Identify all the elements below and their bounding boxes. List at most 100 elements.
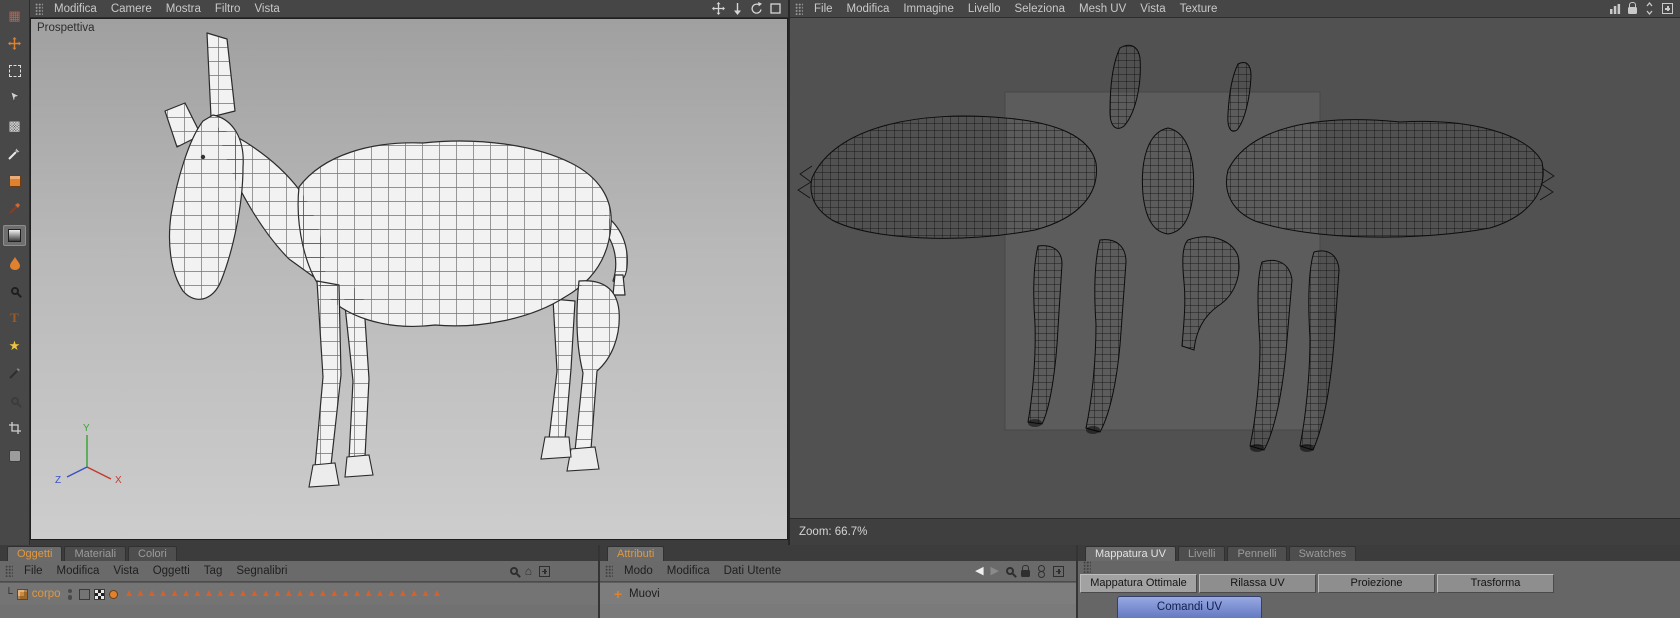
- uv-button-mappatura-ottimale[interactable]: Mappatura Ottimale: [1080, 574, 1197, 593]
- uv-menu-texture[interactable]: Texture: [1173, 3, 1225, 15]
- panel-grip[interactable]: [1083, 561, 1091, 573]
- om-menu-file[interactable]: File: [17, 565, 50, 577]
- polygon-selection-tag-icon[interactable]: ▲: [215, 589, 225, 599]
- tool-pick-icon[interactable]: [3, 88, 26, 109]
- polygon-selection-tag-icon[interactable]: ▲: [147, 589, 157, 599]
- tool-move-icon[interactable]: [3, 33, 26, 54]
- polygon-selection-tag-icon[interactable]: ▲: [375, 589, 385, 599]
- polygon-selection-tag-icon[interactable]: ▲: [352, 589, 362, 599]
- zoom-view-icon[interactable]: [732, 2, 743, 15]
- tool-gradient-icon[interactable]: [3, 225, 26, 246]
- home-icon[interactable]: ⌂: [525, 565, 532, 578]
- tool-pen-icon[interactable]: [3, 363, 26, 384]
- tool-knife-icon[interactable]: [3, 143, 26, 164]
- visibility-dots[interactable]: [68, 589, 73, 600]
- viewport-menu-camere[interactable]: Camere: [104, 3, 159, 15]
- search-icon[interactable]: [510, 567, 518, 575]
- tab-materiali[interactable]: Materiali: [64, 546, 126, 561]
- uv-menu-seleziona[interactable]: Seleziona: [1007, 3, 1072, 15]
- attribute-row-muovi[interactable]: + Muovi: [600, 582, 1076, 604]
- tool-brush-icon[interactable]: [3, 198, 26, 219]
- polygon-selection-tag-icon[interactable]: ▲: [261, 589, 271, 599]
- polygon-selection-tag-icon[interactable]: ▲: [295, 589, 305, 599]
- polygon-selection-tag-icon[interactable]: ▲: [238, 589, 248, 599]
- polygon-selection-tag-icon[interactable]: ▲: [284, 589, 294, 599]
- history-forward-icon[interactable]: ▶: [991, 565, 999, 578]
- texture-tag-icon[interactable]: [79, 589, 90, 600]
- tool-magnify-icon[interactable]: [3, 280, 26, 301]
- polygon-selection-tag-icon[interactable]: ▲: [364, 589, 374, 599]
- uv-canvas[interactable]: [790, 18, 1680, 518]
- perspective-viewport[interactable]: Prospettiva: [30, 18, 788, 540]
- om-menu-modifica[interactable]: Modifica: [50, 565, 107, 577]
- polygon-selection-tag-icon[interactable]: ▲: [181, 589, 191, 599]
- tool-marquee-icon[interactable]: [3, 60, 26, 81]
- polygon-selection-tag-icon[interactable]: ▲: [250, 589, 260, 599]
- uv-menu-vista[interactable]: Vista: [1133, 3, 1172, 15]
- polygon-selection-tag-icon[interactable]: ▲: [124, 589, 134, 599]
- lock-icon[interactable]: [1628, 7, 1637, 14]
- polygon-selection-tag-icon[interactable]: ▲: [329, 589, 339, 599]
- tool-empty-icon[interactable]: [3, 445, 26, 466]
- polygon-selection-tag-icon[interactable]: ▲: [432, 589, 442, 599]
- tool-checker-icon[interactable]: ▩: [3, 115, 26, 136]
- polygon-selection-tag-icon[interactable]: ▲: [409, 589, 419, 599]
- tab-colori[interactable]: Colori: [128, 546, 177, 561]
- lock-icon[interactable]: [1021, 570, 1030, 577]
- panel-grip[interactable]: [795, 3, 803, 15]
- attr-menu-dati-utente[interactable]: Dati Utente: [717, 565, 789, 577]
- uv-menu-immagine[interactable]: Immagine: [896, 3, 961, 15]
- polygon-selection-tag-icon[interactable]: ▲: [193, 589, 203, 599]
- om-menu-vista[interactable]: Vista: [106, 565, 145, 577]
- panel-grip[interactable]: [605, 565, 613, 577]
- attr-menu-modifica[interactable]: Modifica: [660, 565, 717, 577]
- polygon-selection-tag-icon[interactable]: ▲: [158, 589, 168, 599]
- polygon-selection-tag-icon[interactable]: ▲: [341, 589, 351, 599]
- polygon-selection-tag-icon[interactable]: ▲: [204, 589, 214, 599]
- om-menu-segnalibri[interactable]: Segnalibri: [229, 565, 294, 577]
- uv-button-proiezione[interactable]: Proiezione: [1318, 574, 1435, 593]
- tool-fill-icon[interactable]: [3, 253, 26, 274]
- updown-icon[interactable]: [1644, 2, 1655, 15]
- expand-plus-icon[interactable]: +: [610, 586, 626, 602]
- viewport-menu-mostra[interactable]: Mostra: [159, 3, 208, 15]
- tool-star-icon[interactable]: ★: [3, 335, 26, 356]
- polygon-selection-tag-icon[interactable]: ▲: [318, 589, 328, 599]
- maximize-view-icon[interactable]: [770, 3, 781, 14]
- pan-view-icon[interactable]: [712, 2, 725, 15]
- polygon-selection-tag-icon[interactable]: ▲: [170, 589, 180, 599]
- uv-button-rilassa-uv[interactable]: Rilassa UV: [1199, 574, 1316, 593]
- tab-oggetti[interactable]: Oggetti: [7, 546, 62, 561]
- polygon-object-icon[interactable]: [17, 589, 28, 600]
- tool-crop-icon[interactable]: [3, 418, 26, 439]
- tab-livelli[interactable]: Livelli: [1178, 546, 1226, 561]
- chart-icon[interactable]: [1609, 3, 1621, 15]
- uv-menu-modifica[interactable]: Modifica: [840, 3, 897, 15]
- add-panel-icon[interactable]: [1662, 3, 1673, 14]
- history-back-icon[interactable]: ◀: [975, 565, 983, 578]
- uv-menu-livello[interactable]: Livello: [961, 3, 1008, 15]
- add-layer-icon[interactable]: [539, 566, 550, 577]
- om-menu-oggetti[interactable]: Oggetti: [146, 565, 197, 577]
- viewport-menu-vista[interactable]: Vista: [247, 3, 286, 15]
- tab-swatches[interactable]: Swatches: [1289, 546, 1357, 561]
- search-icon[interactable]: [1006, 567, 1014, 575]
- tool-text-icon[interactable]: T: [3, 308, 26, 329]
- polygon-selection-tag-icon[interactable]: ▲: [272, 589, 282, 599]
- panel-grip[interactable]: [35, 3, 43, 15]
- object-row[interactable]: └ corpo ▲▲▲▲▲▲▲▲▲▲▲▲▲▲▲▲▲▲▲▲▲▲▲▲▲▲▲▲: [0, 582, 598, 605]
- polygon-selection-tag-icon[interactable]: ▲: [307, 589, 317, 599]
- polygon-selection-tag-icon[interactable]: ▲: [227, 589, 237, 599]
- tab-pennelli[interactable]: Pennelli: [1227, 546, 1286, 561]
- tool-layout-icon[interactable]: ▦: [3, 5, 26, 26]
- panel-grip[interactable]: [5, 565, 13, 577]
- polygon-selection-tag-icon[interactable]: ▲: [135, 589, 145, 599]
- polygon-selection-tag-icon[interactable]: ▲: [386, 589, 396, 599]
- polygon-selection-tag-icon[interactable]: ▲: [398, 589, 408, 599]
- rotate-view-icon[interactable]: [750, 2, 763, 15]
- viewport-menu-filtro[interactable]: Filtro: [208, 3, 248, 15]
- object-name[interactable]: corpo: [32, 588, 61, 600]
- tool-zoom-icon[interactable]: [3, 390, 26, 411]
- uv-menu-file[interactable]: File: [807, 3, 840, 15]
- link-icon[interactable]: [1037, 565, 1046, 578]
